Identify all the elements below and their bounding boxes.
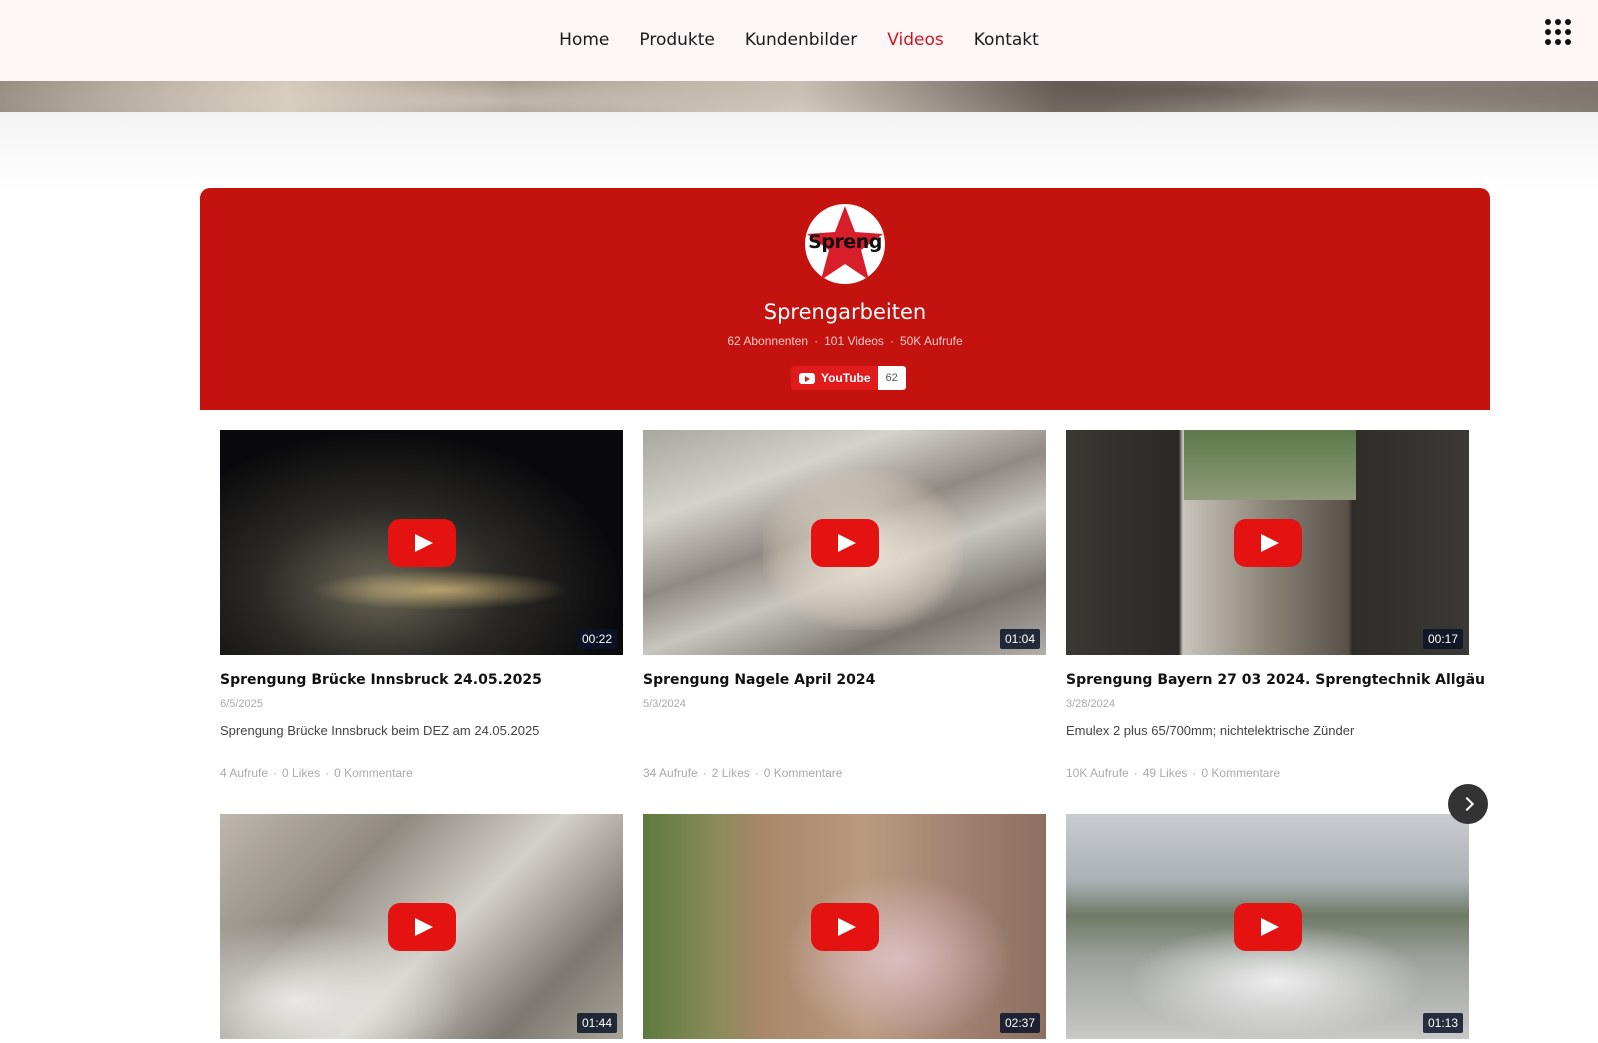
video-description: Emulex 2 plus 65/700mm; nichtelektrische… bbox=[1066, 723, 1355, 738]
separator: · bbox=[814, 334, 819, 348]
grid-menu-icon[interactable] bbox=[1545, 19, 1571, 45]
channel-header: Spreng Sprengarbeiten 62 Abonnenten · 101 … bbox=[200, 188, 1490, 410]
video-description: Sprengung Brücke Innsbruck beim DEZ am 2… bbox=[220, 723, 540, 738]
youtube-icon bbox=[799, 372, 815, 384]
separator: · bbox=[1192, 766, 1197, 780]
video-title[interactable]: Sprengung Brücke Innsbruck 24.05.2025 bbox=[220, 672, 623, 688]
video-date: 3/28/2024 bbox=[1066, 698, 1115, 710]
video-date: 6/5/2025 bbox=[220, 698, 263, 710]
video-comments: 0 Kommentare bbox=[334, 766, 413, 780]
video-thumbnail[interactable]: 01:04 bbox=[643, 430, 1046, 655]
separator: · bbox=[754, 766, 759, 780]
nav-kontakt[interactable]: Kontakt bbox=[974, 30, 1039, 50]
video-duration: 00:17 bbox=[1422, 629, 1463, 649]
video-count: 101 Videos bbox=[824, 334, 884, 348]
video-views: 10K Aufrufe bbox=[1066, 766, 1129, 780]
hero-fade bbox=[0, 112, 1598, 192]
video-thumbnail[interactable]: 02:37 bbox=[643, 814, 1046, 1039]
video-duration: 01:13 bbox=[1422, 1013, 1463, 1033]
play-icon[interactable] bbox=[388, 519, 456, 567]
video-stats: 4 Aufrufe · 0 Likes · 0 Kommentare bbox=[220, 766, 413, 780]
video-stats: 10K Aufrufe · 49 Likes · 0 Kommentare bbox=[1066, 766, 1280, 780]
main-nav: Home Produkte Kundenbilder Videos Kontak… bbox=[559, 30, 1039, 50]
video-thumbnail[interactable]: 00:17 bbox=[1066, 430, 1469, 655]
chevron-right-icon[interactable] bbox=[1448, 784, 1488, 824]
subscriber-count: 62 Abonnenten bbox=[727, 334, 809, 348]
separator: · bbox=[325, 766, 330, 780]
channel-name: Sprengarbeiten bbox=[763, 300, 927, 324]
video-duration: 00:22 bbox=[576, 629, 617, 649]
play-icon[interactable] bbox=[1234, 903, 1302, 951]
video-title[interactable]: Sprengung Nagele April 2024 bbox=[643, 672, 1046, 688]
separator: · bbox=[273, 766, 278, 780]
youtube-subscriber-count: 62 bbox=[877, 366, 906, 390]
video-likes: 2 Likes bbox=[711, 766, 750, 780]
youtube-label: YouTube bbox=[821, 371, 871, 385]
nav-home[interactable]: Home bbox=[559, 30, 609, 50]
video-date: 5/3/2024 bbox=[643, 698, 686, 710]
nav-videos[interactable]: Videos bbox=[887, 30, 944, 50]
top-navigation-bar: Home Produkte Kundenbilder Videos Kontak… bbox=[0, 0, 1598, 81]
video-comments: 0 Kommentare bbox=[763, 766, 843, 780]
video-duration: 01:04 bbox=[999, 629, 1040, 649]
channel-avatar[interactable]: Spreng bbox=[805, 204, 885, 284]
youtube-button-main: YouTube bbox=[791, 366, 878, 390]
separator: · bbox=[702, 766, 707, 780]
play-icon[interactable] bbox=[811, 903, 879, 951]
channel-logo-text: Spreng bbox=[808, 231, 882, 253]
video-thumbnail[interactable]: 01:44 bbox=[220, 814, 623, 1039]
video-views: 4 Aufrufe bbox=[220, 766, 269, 780]
video-title[interactable]: Sprengung Bayern 27 03 2024. Sprengtechn… bbox=[1066, 672, 1485, 688]
video-likes: 49 Likes bbox=[1142, 766, 1188, 780]
video-duration: 01:44 bbox=[576, 1013, 617, 1033]
separator: · bbox=[1133, 766, 1138, 780]
youtube-subscribe-button[interactable]: YouTube 62 bbox=[791, 366, 906, 390]
video-views: 34 Aufrufe bbox=[643, 766, 698, 780]
play-icon[interactable] bbox=[811, 519, 879, 567]
video-likes: 0 Likes bbox=[282, 766, 321, 780]
nav-kundenbilder[interactable]: Kundenbilder bbox=[745, 30, 857, 50]
nav-produkte[interactable]: Produkte bbox=[639, 30, 715, 50]
play-icon[interactable] bbox=[1234, 519, 1302, 567]
view-count: 50K Aufrufe bbox=[899, 334, 963, 348]
play-icon[interactable] bbox=[388, 903, 456, 951]
channel-stats: 62 Abonnenten · 101 Videos · 50K Aufrufe bbox=[200, 334, 1490, 348]
video-thumbnail[interactable]: 00:22 bbox=[220, 430, 623, 655]
video-thumbnail[interactable]: 01:13 bbox=[1066, 814, 1469, 1039]
separator: · bbox=[889, 334, 894, 348]
video-stats: 34 Aufrufe · 2 Likes · 0 Kommentare bbox=[643, 766, 842, 780]
video-duration: 02:37 bbox=[999, 1013, 1040, 1033]
video-comments: 0 Kommentare bbox=[1201, 766, 1281, 780]
